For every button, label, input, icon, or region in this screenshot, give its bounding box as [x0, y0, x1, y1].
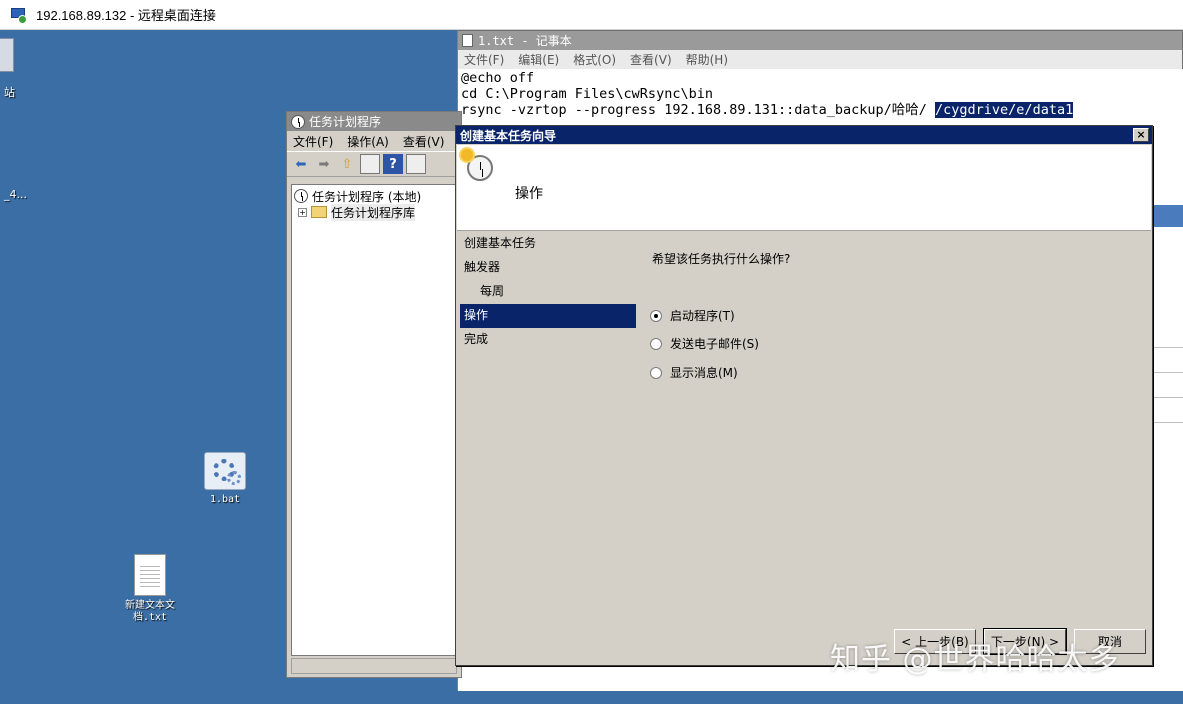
text-line-content: rsync -vzrtop --progress 192.168.89.131:… — [461, 102, 936, 118]
option-show-message[interactable]: 显示消息(M) — [650, 364, 738, 381]
rdp-title: 192.168.89.132 - 远程桌面连接 — [36, 8, 216, 23]
close-button[interactable]: × — [1133, 128, 1149, 142]
expand-icon[interactable]: + — [298, 207, 307, 217]
wizard-header: 操作 — [457, 145, 1151, 231]
option-label: 发送电子邮件(S) — [670, 337, 759, 351]
remote-desktop-icon — [10, 6, 28, 24]
back-arrow-icon[interactable]: ⬅ — [291, 154, 311, 174]
desktop-edge-label: 站 — [4, 86, 15, 99]
help-icon[interactable]: ? — [383, 154, 403, 174]
step-create-task[interactable]: 创建基本任务 — [460, 232, 636, 256]
menu-view[interactable]: 查看(V) — [403, 133, 445, 150]
text-line: @echo off — [461, 70, 535, 86]
step-weekly[interactable]: 每周 — [460, 280, 636, 304]
text-file-icon — [134, 554, 166, 596]
notepad-icon — [462, 34, 473, 47]
rdp-title-bar: 192.168.89.132 - 远程桌面连接 — [0, 0, 1183, 30]
menu-edit[interactable]: 编辑(E) — [518, 51, 559, 68]
wizard-title: 创建基本任务向导 — [460, 128, 557, 143]
option-start-program[interactable]: 启动程序(T) — [650, 307, 735, 324]
create-basic-task-wizard[interactable]: 创建基本任务向导 × 操作 创建基本任务 触发器 每周 操作 完成 希望该任务执… — [455, 125, 1153, 666]
up-folder-icon[interactable]: ⇧ — [337, 154, 357, 174]
wizard-page-title: 操作 — [515, 186, 543, 202]
menu-file[interactable]: 文件(F) — [293, 133, 333, 150]
tree-item-label: 任务计划程序 (本地) — [312, 189, 422, 204]
batch-file-icon — [204, 452, 246, 490]
task-scheduler-window[interactable]: 任务计划程序 文件(F) 操作(A) 查看(V) ⬅ ➡ ⇧ ? 任务计划程序 … — [286, 111, 462, 678]
selected-text: /cygdrive/e/data1 — [935, 102, 1074, 118]
desktop-icon-bat[interactable]: 1.bat — [180, 452, 270, 506]
background-panel — [1153, 183, 1183, 653]
forward-arrow-icon[interactable]: ➡ — [314, 154, 334, 174]
desktop-icon-label: 1.bat — [209, 494, 241, 505]
clock-icon — [294, 189, 308, 203]
task-scheduler-menu-bar: 文件(F) 操作(A) 查看(V) — [287, 131, 461, 151]
action-question: 希望该任务执行什么操作? — [652, 252, 791, 266]
radio-start-program[interactable] — [650, 309, 662, 322]
option-label: 启动程序(T) — [670, 309, 735, 323]
menu-file[interactable]: 文件(F) — [464, 51, 504, 68]
status-bar — [291, 658, 457, 674]
menu-help[interactable]: 帮助(H) — [686, 51, 728, 68]
text-line: rsync -vzrtop --progress 192.168.89.131:… — [461, 102, 1181, 118]
menu-action[interactable]: 操作(A) — [347, 133, 389, 150]
wizard-title-bar[interactable]: 创建基本任务向导 × — [456, 126, 1152, 144]
text-line: cd C:\Program Files\cwRsync\bin — [461, 86, 713, 102]
radio-show-message[interactable] — [650, 366, 662, 379]
show-hide-tree-icon[interactable] — [360, 154, 380, 174]
wizard-step-list: 创建基本任务 触发器 每周 操作 完成 — [460, 232, 636, 352]
show-action-pane-icon[interactable] — [406, 154, 426, 174]
folder-icon — [311, 206, 327, 218]
desktop-icon-txt[interactable]: 新建文本文 档.txt — [105, 554, 195, 624]
scheduled-task-icon — [461, 149, 493, 181]
option-label: 显示消息(M) — [670, 366, 738, 380]
radio-send-email[interactable] — [650, 337, 662, 350]
step-finish[interactable]: 完成 — [460, 328, 636, 352]
step-trigger[interactable]: 触发器 — [460, 256, 636, 280]
tree-item-root[interactable]: 任务计划程序 (本地) — [294, 188, 454, 204]
step-action[interactable]: 操作 — [460, 304, 636, 328]
desktop-icon-label: 新建文本文 档.txt — [125, 600, 175, 623]
notepad-title-bar[interactable]: 1.txt - 记事本 — [458, 31, 1182, 50]
tree-item-library[interactable]: + 任务计划程序库 — [294, 203, 454, 221]
desktop-edge-label-2: _4... — [4, 188, 27, 201]
watermark-text: 知乎 @世界哈哈太多 — [830, 642, 1120, 677]
option-send-email[interactable]: 发送电子邮件(S) — [650, 335, 759, 352]
notepad-menu-bar: 文件(F) 编辑(E) 格式(O) 查看(V) 帮助(H) — [458, 50, 1182, 70]
notepad-title: 1.txt - 记事本 — [478, 34, 572, 48]
menu-format[interactable]: 格式(O) — [573, 51, 616, 68]
task-scheduler-toolbar: ⬅ ➡ ⇧ ? — [287, 151, 461, 177]
menu-view[interactable]: 查看(V) — [630, 51, 672, 68]
tree-item-label: 任务计划程序库 — [331, 203, 416, 221]
recycle-bin-icon[interactable] — [0, 38, 14, 72]
navigation-tree: 任务计划程序 (本地) + 任务计划程序库 — [291, 184, 457, 656]
task-scheduler-title: 任务计划程序 — [309, 115, 382, 129]
clock-icon — [291, 114, 305, 129]
task-scheduler-title-bar[interactable]: 任务计划程序 — [287, 112, 461, 131]
